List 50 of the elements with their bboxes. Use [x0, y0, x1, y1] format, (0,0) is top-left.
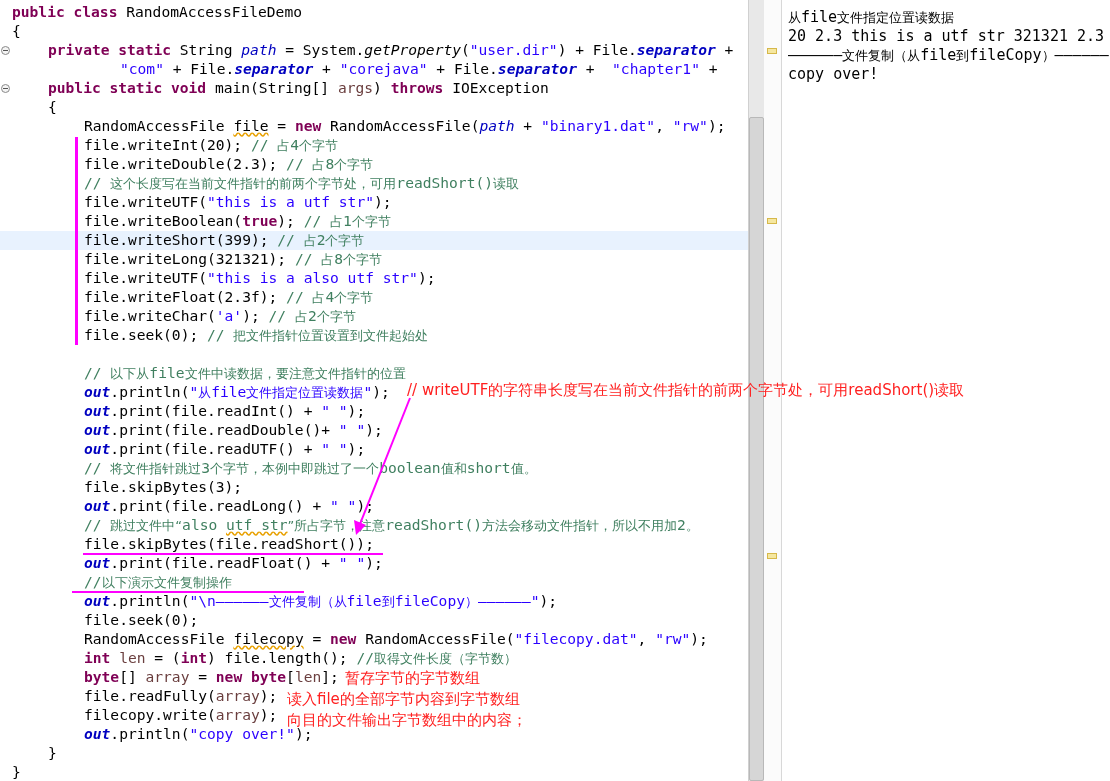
code-line: file.writeInt(20); // 占4个字节 — [84, 137, 339, 153]
code-line: file.seek(0); — [84, 612, 199, 628]
code-line: file.writeDouble(2.3); // 占8个字节 — [84, 156, 374, 172]
code-line: out.print(file.readFloat() + " "); — [84, 555, 383, 571]
annotation-text: 向目的文件输出字节数组中的内容； — [287, 710, 527, 729]
code-line: file.writeShort(399); // 占2个字节 — [84, 232, 365, 248]
code-line: } — [12, 764, 21, 780]
code-line: // 以下从file文件中读数据，要注意文件指针的位置 — [84, 365, 406, 381]
console-line: ——————文件复制（从file到fileCopy）—————— — [788, 46, 1109, 65]
code-line: file.writeUTF("this is a utf str"); — [84, 194, 392, 210]
code-line: out.println("\n——————文件复制（从file到fileCopy）——————"); — [84, 593, 558, 609]
code-line: out.print(file.readUTF() + " "); — [84, 441, 366, 457]
code-line: public class RandomAccessFileDemo — [12, 4, 302, 20]
code-line: "com" + File.separator + "corejava" + File.separator + "chapter1" + — [120, 61, 718, 77]
code-line: file.readFully(array); — [84, 688, 278, 704]
marker-icon[interactable] — [767, 218, 777, 224]
marker-icon[interactable] — [767, 48, 777, 54]
code-line: public static void main(String[] args) throws IOException — [48, 80, 549, 96]
code-line: //以下演示文件复制操作 — [84, 574, 232, 590]
console-line: 20 2.3 this is a utf str 321321 2.3 — [788, 27, 1105, 46]
code-line: RandomAccessFile file = new RandomAccessFile(path + "binary1.dat", "rw"); — [84, 118, 726, 134]
annotation-text: 读入file的全部字节内容到字节数组 — [287, 689, 520, 709]
code-line: { — [12, 23, 21, 39]
code-line: RandomAccessFile filecopy = new RandomAccessFile("filecopy.dat", "rw"); — [84, 631, 708, 647]
console-line: 从file文件指定位置读数据 — [788, 8, 955, 27]
fold-icon[interactable] — [1, 46, 10, 55]
code-line: private static String path = System.getProperty("user.dir") + File.separator + — [48, 42, 734, 58]
code-line: file.writeChar('a'); // 占2个字节 — [84, 308, 356, 324]
code-line: file.writeLong(321321); // 占8个字节 — [84, 251, 383, 267]
code-line: } — [48, 745, 57, 761]
code-line: file.seek(0); // 把文件指针位置设置到文件起始处 — [84, 327, 429, 343]
console-line: copy over! — [788, 65, 879, 84]
marker-icon[interactable] — [767, 553, 777, 559]
code-line: file.skipBytes(file.readShort()); — [84, 536, 374, 552]
code-line: out.print(file.readDouble()+ " "); — [84, 422, 383, 438]
code-line: file.writeBoolean(true); // 占1个字节 — [84, 213, 391, 229]
code-line: file.skipBytes(3); — [84, 479, 243, 495]
fold-icon[interactable] — [1, 84, 10, 93]
code-line: file.writeUTF("this is a also utf str"); — [84, 270, 436, 286]
code-line: filecopy.write(array); — [84, 707, 278, 723]
code-line: int len = (int) file.length(); //取得文件长度（字节数） — [84, 650, 517, 666]
code-line: out.println("从file文件指定位置读数据"); — [84, 384, 390, 400]
annotation-text: // writeUTF的字符串长度写在当前文件指针的前两个字节处，可用readShort()读取 — [407, 380, 965, 400]
code-line: // 这个长度写在当前文件指针的前两个字节处，可用readShort()读取 — [84, 175, 519, 191]
code-line: byte[] array = new byte[len]; — [84, 669, 339, 685]
code-line: out.print(file.readInt() + " "); — [84, 403, 366, 419]
code-line: { — [48, 99, 57, 115]
code-line: file.writeFloat(2.3f); // 占4个字节 — [84, 289, 374, 305]
code-line: out.println("copy over!"); — [84, 726, 313, 742]
annotation-text: 暂存字节的字节数组 — [345, 668, 480, 688]
